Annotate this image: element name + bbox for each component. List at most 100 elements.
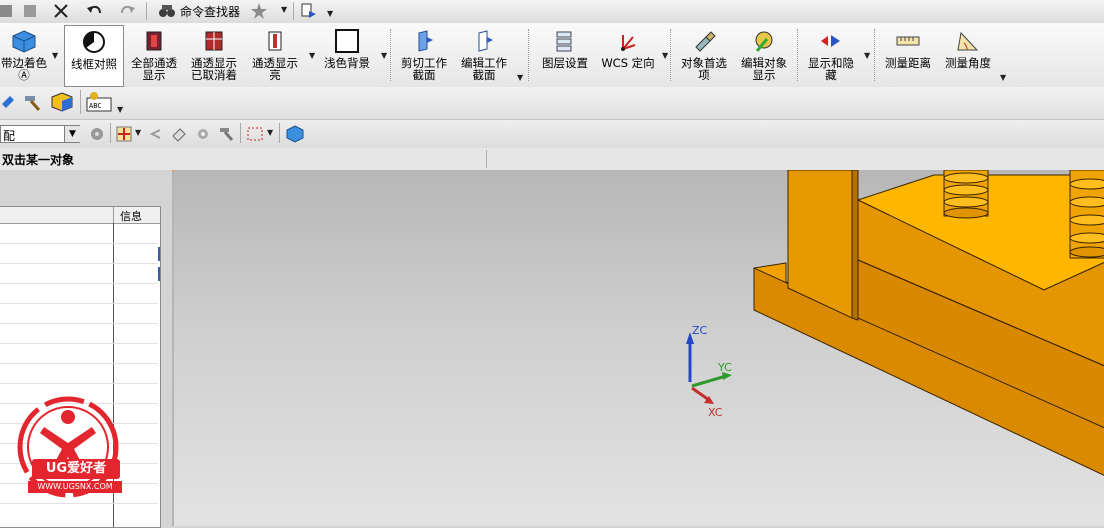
star-icon[interactable]	[250, 2, 268, 20]
undo-icon[interactable]	[86, 2, 104, 20]
ribbon-label-line: 亮	[269, 68, 281, 82]
object-preferences-button[interactable]: 对象首选 项	[676, 25, 732, 85]
light-background-icon	[335, 29, 359, 53]
row-line	[0, 323, 158, 324]
svg-text:ABC: ABC	[89, 102, 102, 110]
wcs-orient-button[interactable]: WCS 定向	[598, 25, 658, 85]
edit-section-button[interactable]: 编辑工作 截面	[456, 25, 512, 85]
watermark-brand: UG爱好者	[32, 459, 120, 479]
chevron-down-icon[interactable]: ▼	[117, 105, 123, 114]
delete-icon[interactable]	[52, 2, 70, 20]
toolbar-divider	[293, 2, 294, 20]
gear-small-icon[interactable]	[194, 125, 212, 143]
chevron-down-icon[interactable]: ▼	[281, 5, 287, 14]
edit-object-display-button[interactable]: 编辑对象 显示	[736, 25, 792, 85]
window-switch-icon[interactable]	[300, 2, 318, 20]
cue-divider	[486, 150, 487, 168]
save-icon[interactable]	[0, 2, 18, 20]
command-finder-button[interactable]: 命令查找器	[150, 0, 290, 22]
graphics-viewport[interactable]: ZC YC XC	[174, 170, 1104, 526]
view-ribbon: 带边着色 Ⓐ ▼ 线框对照 全部通透 显示 通透显示 已取消着 通透显示 亮 ▼…	[0, 23, 1104, 88]
zc-label: ZC	[692, 324, 708, 337]
text-style-icon[interactable]: ABC	[86, 91, 112, 113]
rectangle-select-icon[interactable]	[246, 125, 264, 143]
redo-icon[interactable]	[118, 2, 136, 20]
spring-left	[943, 170, 989, 219]
row-line	[0, 363, 158, 364]
chevron-down-icon[interactable]: ▼	[381, 51, 387, 60]
chevron-down-icon[interactable]: ▼	[1000, 73, 1006, 82]
navigator-header: 信息	[0, 207, 160, 224]
row-line	[0, 283, 158, 284]
chevron-down-icon[interactable]: ▼	[517, 73, 523, 82]
see-through-all-icon	[146, 31, 162, 51]
ribbon-label-line: WCS 定向	[601, 56, 655, 70]
copy-icon[interactable]	[22, 2, 40, 20]
row-marker	[158, 247, 160, 261]
column-divider[interactable]	[113, 207, 114, 223]
hammer-small-icon[interactable]	[218, 125, 236, 143]
ribbon-label-line: 已取消着	[191, 68, 237, 82]
chevron-down-icon[interactable]: ▼	[64, 126, 80, 142]
object-preferences-icon	[695, 31, 716, 52]
type-filter-select[interactable]: 配 ▼	[0, 125, 80, 143]
wireframe-compare-icon	[83, 31, 105, 53]
column-header-info[interactable]: 信息	[120, 208, 142, 224]
light-background-button[interactable]: 浅色背景	[318, 25, 376, 85]
see-through-cancel-button[interactable]: 通透显示 已取消着	[186, 25, 242, 85]
chevron-down-icon[interactable]: ▼	[135, 128, 141, 137]
cube-color-icon[interactable]	[50, 92, 74, 112]
mold-model[interactable]	[753, 170, 1104, 480]
chevron-down-icon[interactable]: ▼	[52, 51, 58, 60]
y-axis	[691, 374, 727, 388]
ribbon-divider	[390, 29, 392, 81]
quick-access-toolbar: 命令查找器 ▼ ▼	[0, 0, 1104, 24]
toolbar-divider	[146, 2, 147, 20]
ugsnx-watermark-logo: UG爱好者 WWW.UGSNX.COM	[10, 395, 130, 515]
filter-settings-icon[interactable]	[88, 125, 106, 143]
snap-point-icon[interactable]	[115, 125, 133, 143]
measure-distance-button[interactable]: 测量距离	[880, 25, 936, 85]
layer-settings-button[interactable]: 图层设置	[536, 25, 594, 85]
ribbon-divider	[670, 29, 672, 81]
measure-distance-icon	[896, 36, 920, 46]
row-line	[0, 343, 158, 344]
wireframe-compare-button[interactable]: 线框对照	[64, 25, 124, 87]
ribbon-label-line: 项	[698, 68, 710, 82]
see-through-highlight-button[interactable]: 通透显示 亮	[246, 25, 304, 85]
chevron-down-icon[interactable]: ▼	[327, 9, 333, 18]
show-hide-icon	[821, 35, 840, 47]
see-through-all-button[interactable]: 全部通透 显示	[126, 25, 182, 85]
ribbon-label-line: 截面	[412, 68, 436, 82]
spring-right	[1069, 170, 1104, 259]
ribbon-label-line: 线框对照	[71, 57, 117, 71]
ribbon-label-line: 浅色背景	[324, 56, 370, 70]
measure-angle-icon	[957, 31, 979, 51]
yc-label: YC	[718, 361, 732, 374]
ribbon-label-line: 显示	[752, 68, 776, 82]
arrow-back-icon[interactable]	[148, 126, 164, 142]
chevron-down-icon[interactable]: ▼	[864, 51, 870, 60]
ribbon-label-line: 测量角度	[945, 56, 991, 70]
hammer-icon[interactable]	[22, 92, 44, 112]
paint-icon[interactable]	[0, 92, 20, 112]
row-line	[0, 383, 158, 384]
toolbar-divider	[110, 123, 111, 143]
shaded-with-edges-button[interactable]: 带边着色 Ⓐ	[0, 25, 48, 85]
chevron-down-icon[interactable]: ▼	[662, 51, 668, 60]
cue-text: 双击某一对象	[2, 153, 75, 167]
clip-section-icon	[418, 30, 433, 52]
cube-select-icon[interactable]	[286, 125, 304, 143]
chevron-down-icon[interactable]: ▼	[309, 51, 315, 60]
ribbon-label-line: 藏	[825, 68, 837, 82]
show-hide-button[interactable]: 显示和隐 藏	[802, 25, 860, 85]
clip-section-button[interactable]: 剪切工作 截面	[396, 25, 452, 85]
measure-angle-button[interactable]: 测量角度	[940, 25, 996, 85]
eraser-icon[interactable]	[170, 125, 188, 143]
row-line	[0, 243, 158, 244]
utility-toolbar: ABC ▼	[0, 87, 1104, 119]
edit-object-display-icon	[755, 31, 773, 52]
chevron-down-icon[interactable]: ▼	[267, 128, 273, 137]
binoculars-icon	[159, 5, 175, 17]
edit-section-icon	[478, 30, 493, 52]
